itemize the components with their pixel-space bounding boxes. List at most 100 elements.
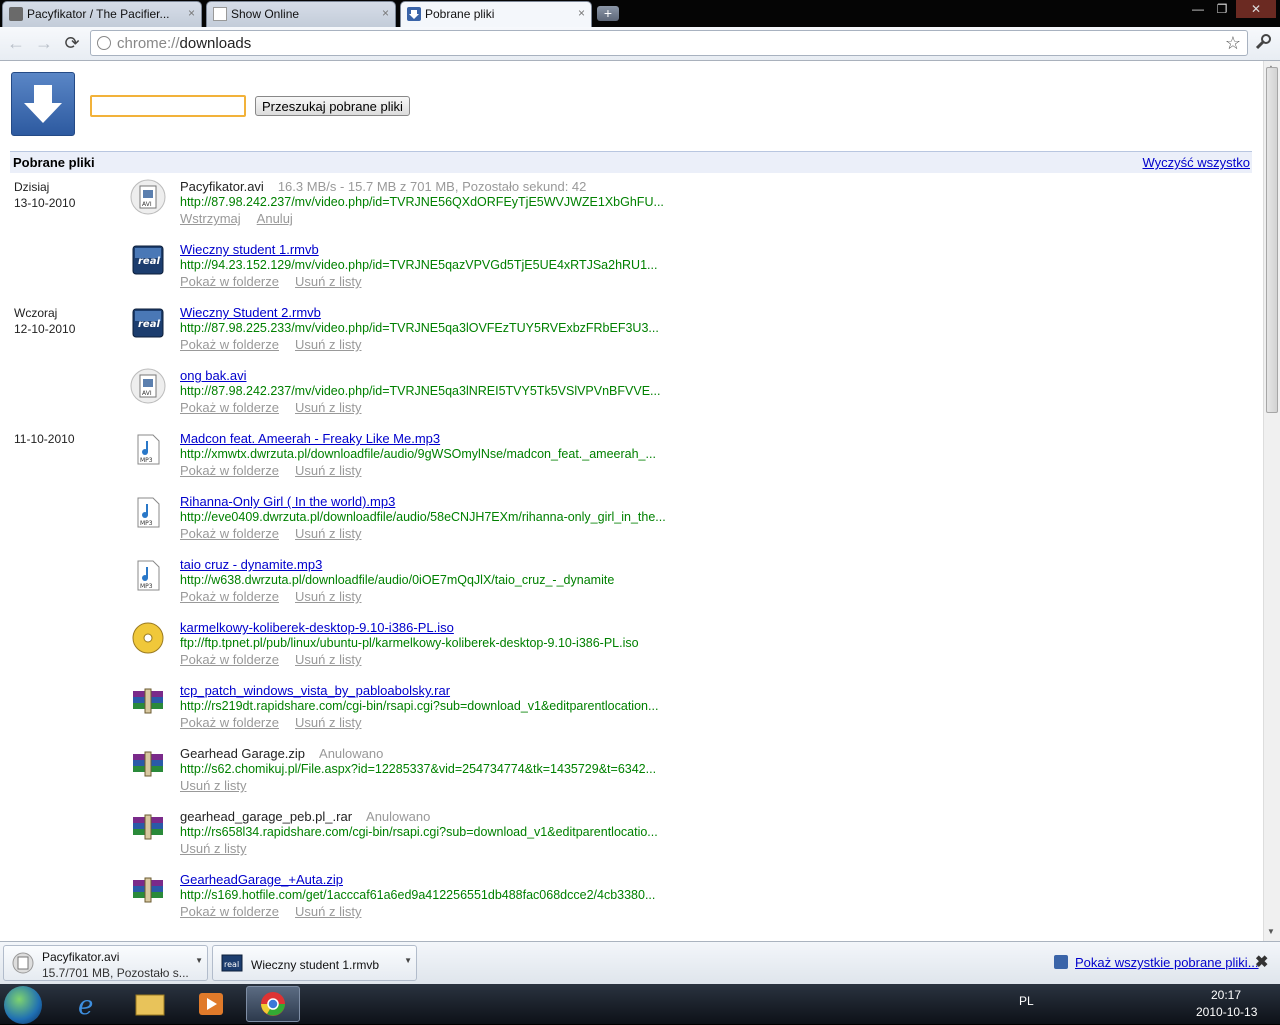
download-file-name[interactable]: Wieczny student 1.rmvb — [180, 242, 319, 257]
downloads-page: Przeszukaj pobrane pliki Pobrane pliki W… — [0, 61, 1263, 941]
download-actions: Pokaż w folderze Usuń z listy — [180, 526, 377, 541]
download-action-link[interactable]: Usuń z listy — [295, 904, 361, 919]
download-action-link[interactable]: Usuń z listy — [295, 463, 361, 478]
new-tab-button[interactable]: + — [597, 6, 619, 21]
close-shelf-icon[interactable]: ✖ — [1255, 952, 1268, 972]
download-action-link[interactable]: Usuń z listy — [295, 526, 361, 541]
address-text: chrome://downloads — [117, 35, 251, 52]
download-action-link[interactable]: Usuń z listy — [295, 337, 361, 352]
download-file-name[interactable]: GearheadGarage_+Auta.zip — [180, 872, 343, 887]
download-url[interactable]: http://w638.dwrzuta.pl/downloadfile/audi… — [180, 573, 680, 587]
svg-text:AVI: AVI — [142, 201, 152, 208]
page-scrollbar[interactable]: ▲ ▼ — [1263, 61, 1280, 941]
explorer-folder-icon[interactable] — [123, 986, 177, 1022]
download-action-link[interactable]: Anuluj — [257, 211, 293, 226]
download-name-row: Wieczny Student 2.rmvb — [180, 305, 321, 320]
download-status: Anulowano — [366, 809, 431, 824]
download-file-name[interactable]: karmelkowy-koliberek-desktop-9.10-i386-P… — [180, 620, 454, 635]
back-button[interactable]: ← — [7, 34, 25, 52]
download-action-link[interactable]: Pokaż w folderze — [180, 652, 279, 667]
search-button[interactable]: Przeszukaj pobrane pliki — [255, 96, 410, 116]
show-all-downloads-link[interactable]: Pokaż wszystkie pobrane pliki... — [1075, 955, 1259, 970]
download-action-link[interactable]: Pokaż w folderze — [180, 463, 279, 478]
reload-button[interactable]: ⟳ — [63, 34, 81, 52]
internet-explorer-icon[interactable]: e — [62, 986, 116, 1022]
download-action-link[interactable]: Usuń z listy — [295, 400, 361, 415]
scrollbar-thumb[interactable] — [1266, 67, 1278, 413]
download-url[interactable]: http://rs658l34.rapidshare.com/cgi-bin/r… — [180, 825, 680, 839]
download-url[interactable]: http://87.98.225.233/mv/video.php/id=TVR… — [180, 321, 680, 335]
day-label: Wczoraj — [14, 306, 58, 320]
download-file-name[interactable]: ong bak.avi — [180, 368, 247, 383]
tab-close-icon[interactable]: × — [578, 6, 585, 20]
download-file-name[interactable]: Wieczny Student 2.rmvb — [180, 305, 321, 320]
clock-time[interactable]: 20:17 — [1211, 988, 1241, 1002]
clear-all-link[interactable]: Wyczyść wszystko — [1143, 155, 1251, 170]
download-action-link[interactable]: Pokaż w folderze — [180, 526, 279, 541]
download-file-name[interactable]: taio cruz - dynamite.mp3 — [180, 557, 322, 572]
start-button[interactable] — [4, 986, 42, 1024]
tab-title: Pacyfikator / The Pacifier... — [27, 7, 170, 21]
download-actions: Pokaż w folderze Usuń z listy — [180, 400, 377, 415]
forward-button[interactable]: → — [35, 34, 53, 52]
download-name-row: Wieczny student 1.rmvb — [180, 242, 319, 257]
shelf-item-wieczny-student[interactable]: real Wieczny student 1.rmvb ▼ — [212, 945, 417, 981]
chevron-down-icon[interactable]: ▼ — [195, 956, 203, 965]
tab-close-icon[interactable]: × — [188, 6, 195, 20]
real-file-icon: real — [221, 952, 243, 974]
download-url[interactable]: http://s62.chomikuj.pl/File.aspx?id=1228… — [180, 762, 680, 776]
download-url[interactable]: http://94.23.152.129/mv/video.php/id=TVR… — [180, 258, 680, 272]
download-action-link[interactable]: Usuń z listy — [295, 652, 361, 667]
download-url[interactable]: http://eve0409.dwrzuta.pl/downloadfile/a… — [180, 510, 680, 524]
download-url[interactable]: http://rs219dt.rapidshare.com/cgi-bin/rs… — [180, 699, 680, 713]
download-item: gearhead_garage_peb.pl_.rar Anulowano http… — [130, 809, 690, 865]
day-date: 12-10-2010 — [14, 322, 76, 336]
tab-title: Show Online — [231, 7, 300, 21]
download-action-link[interactable]: Pokaż w folderze — [180, 274, 279, 289]
day-date: 13-10-2010 — [14, 196, 76, 210]
download-action-link[interactable]: Usuń z listy — [295, 715, 361, 730]
omnibox[interactable]: chrome://downloads ☆ — [90, 30, 1248, 56]
language-indicator[interactable]: PL — [1019, 994, 1034, 1008]
chrome-taskbar-icon[interactable] — [246, 986, 300, 1022]
bookmark-star-icon[interactable]: ☆ — [1225, 33, 1241, 54]
download-action-link[interactable]: Pokaż w folderze — [180, 400, 279, 415]
wrench-menu-icon[interactable] — [1254, 33, 1272, 56]
download-file-name: Pacyfikator.avi — [180, 179, 264, 194]
download-action-link[interactable]: Pokaż w folderze — [180, 589, 279, 604]
download-url[interactable]: http://87.98.242.237/mv/video.php/id=TVR… — [180, 384, 680, 398]
maximize-button[interactable]: ❐ — [1208, 0, 1236, 18]
download-url[interactable]: http://s169.hotfile.com/get/1acccaf61a6e… — [180, 888, 680, 902]
clock-date[interactable]: 2010-10-13 — [1196, 1005, 1257, 1019]
download-action-link[interactable]: Usuń z listy — [295, 589, 361, 604]
download-file-name[interactable]: tcp_patch_windows_vista_by_pabloabolsky.… — [180, 683, 450, 698]
page-favicon-icon — [213, 7, 227, 21]
download-file-name[interactable]: Madcon feat. Ameerah - Freaky Like Me.mp… — [180, 431, 440, 446]
avi-file-icon: AVI — [130, 368, 166, 404]
shelf-item-pacyfikator[interactable]: Pacyfikator.avi 15.7/701 MB, Pozostało s… — [3, 945, 208, 981]
shelf-item-name: Pacyfikator.avi — [42, 950, 120, 964]
search-input[interactable] — [90, 95, 246, 117]
download-action-link[interactable]: Pokaż w folderze — [180, 337, 279, 352]
tab-pacyfikator[interactable]: Pacyfikator / The Pacifier... × — [2, 1, 202, 27]
scroll-down-arrow-icon[interactable]: ▼ — [1267, 927, 1275, 936]
download-actions: Pokaż w folderze Usuń z listy — [180, 463, 377, 478]
download-action-link[interactable]: Usuń z listy — [295, 274, 361, 289]
tab-close-icon[interactable]: × — [382, 6, 389, 20]
download-action-link[interactable]: Pokaż w folderze — [180, 904, 279, 919]
tab-pobrane-pliki[interactable]: Pobrane pliki × — [400, 1, 592, 27]
close-window-button[interactable]: ✕ — [1236, 0, 1276, 18]
chevron-down-icon[interactable]: ▼ — [404, 956, 412, 965]
download-action-link[interactable]: Wstrzymaj — [180, 211, 241, 226]
download-item: AVI Pacyfikator.avi 16.3 MB/s - 15.7 MB z … — [130, 179, 690, 235]
download-action-link[interactable]: Usuń z listy — [180, 778, 246, 793]
download-url[interactable]: http://xmwtx.dwrzuta.pl/downloadfile/aud… — [180, 447, 680, 461]
download-url[interactable]: http://87.98.242.237/mv/video.php/id=TVR… — [180, 195, 680, 209]
download-url[interactable]: ftp://ftp.tpnet.pl/pub/linux/ubuntu-pl/k… — [180, 636, 680, 650]
download-action-link[interactable]: Usuń z listy — [180, 841, 246, 856]
media-player-icon[interactable] — [184, 986, 238, 1022]
download-name-row: Gearhead Garage.zip Anulowano — [180, 746, 383, 761]
tab-show-online[interactable]: Show Online × — [206, 1, 396, 27]
download-action-link[interactable]: Pokaż w folderze — [180, 715, 279, 730]
download-file-name[interactable]: Rihanna-Only Girl ( In the world).mp3 — [180, 494, 395, 509]
